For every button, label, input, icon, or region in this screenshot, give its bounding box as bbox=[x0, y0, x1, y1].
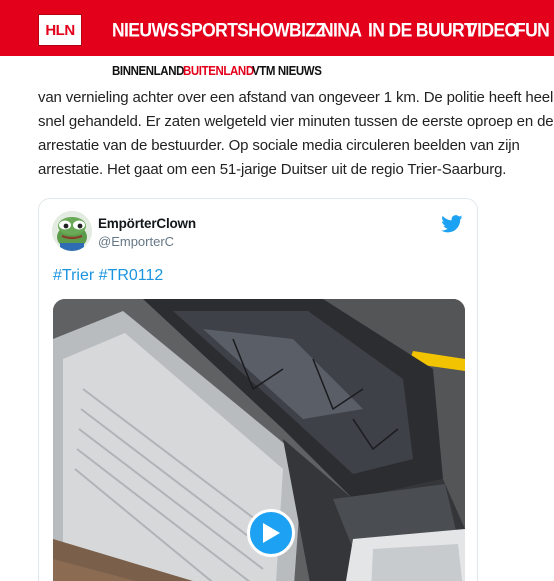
embedded-tweet[interactable]: EmpörterClown @EmporterC #Trier #TR0112 bbox=[38, 198, 478, 581]
article-line: van vernieling achter over een afstand v… bbox=[38, 89, 554, 106]
hashtag-link[interactable]: #Trier bbox=[53, 267, 94, 284]
nav-item-showbizz[interactable]: SHOWBIZZ bbox=[237, 18, 326, 42]
tweet-user-handle[interactable]: @EmporterC bbox=[98, 234, 174, 249]
hln-logo[interactable]: HLN bbox=[38, 14, 82, 46]
nav-item-nina[interactable]: NINA bbox=[321, 18, 362, 42]
article-line: arrestatie van de bestuurder. Op sociale… bbox=[38, 137, 520, 154]
hashtag-link[interactable]: #TR0112 bbox=[99, 267, 164, 284]
twitter-bird-icon[interactable] bbox=[441, 215, 463, 233]
frog-avatar[interactable] bbox=[52, 211, 92, 251]
top-navigation-bar: HLN NIEUWS SPORT SHOWBIZZ NINA IN DE BUU… bbox=[0, 0, 554, 56]
subnav-item-buitenland[interactable]: BUITENLAND bbox=[183, 65, 254, 78]
article-body: van vernieling achter over een afstand v… bbox=[38, 86, 554, 182]
tweet-video[interactable] bbox=[53, 299, 465, 581]
article-line: arrestatie. Het gaat om een 51-jarige Du… bbox=[38, 161, 507, 178]
tweet-user-name[interactable]: EmpörterClown bbox=[98, 216, 196, 231]
tweet-hashtags: #Trier #TR0112 bbox=[53, 267, 163, 285]
nav-item-fun[interactable]: FUN bbox=[515, 18, 550, 42]
nav-item-video[interactable]: VIDEO bbox=[466, 18, 518, 42]
sub-navigation: BINNENLAND BUITENLAND VTM NIEUWS bbox=[0, 56, 554, 84]
play-button[interactable] bbox=[247, 509, 295, 557]
nav-item-in-de-buurt[interactable]: IN DE BUURT bbox=[368, 18, 475, 42]
logo-text: HLN bbox=[45, 21, 75, 39]
subnav-item-binnenland[interactable]: BINNENLAND bbox=[112, 65, 184, 78]
nav-item-sport[interactable]: SPORT bbox=[180, 18, 238, 42]
nav-item-nieuws[interactable]: NIEUWS bbox=[112, 18, 179, 42]
play-icon bbox=[263, 523, 280, 543]
subnav-item-vtm-nieuws[interactable]: VTM NIEUWS bbox=[252, 65, 322, 78]
article-line: snel gehandeld. Er zaten welgeteld vier … bbox=[38, 113, 554, 130]
